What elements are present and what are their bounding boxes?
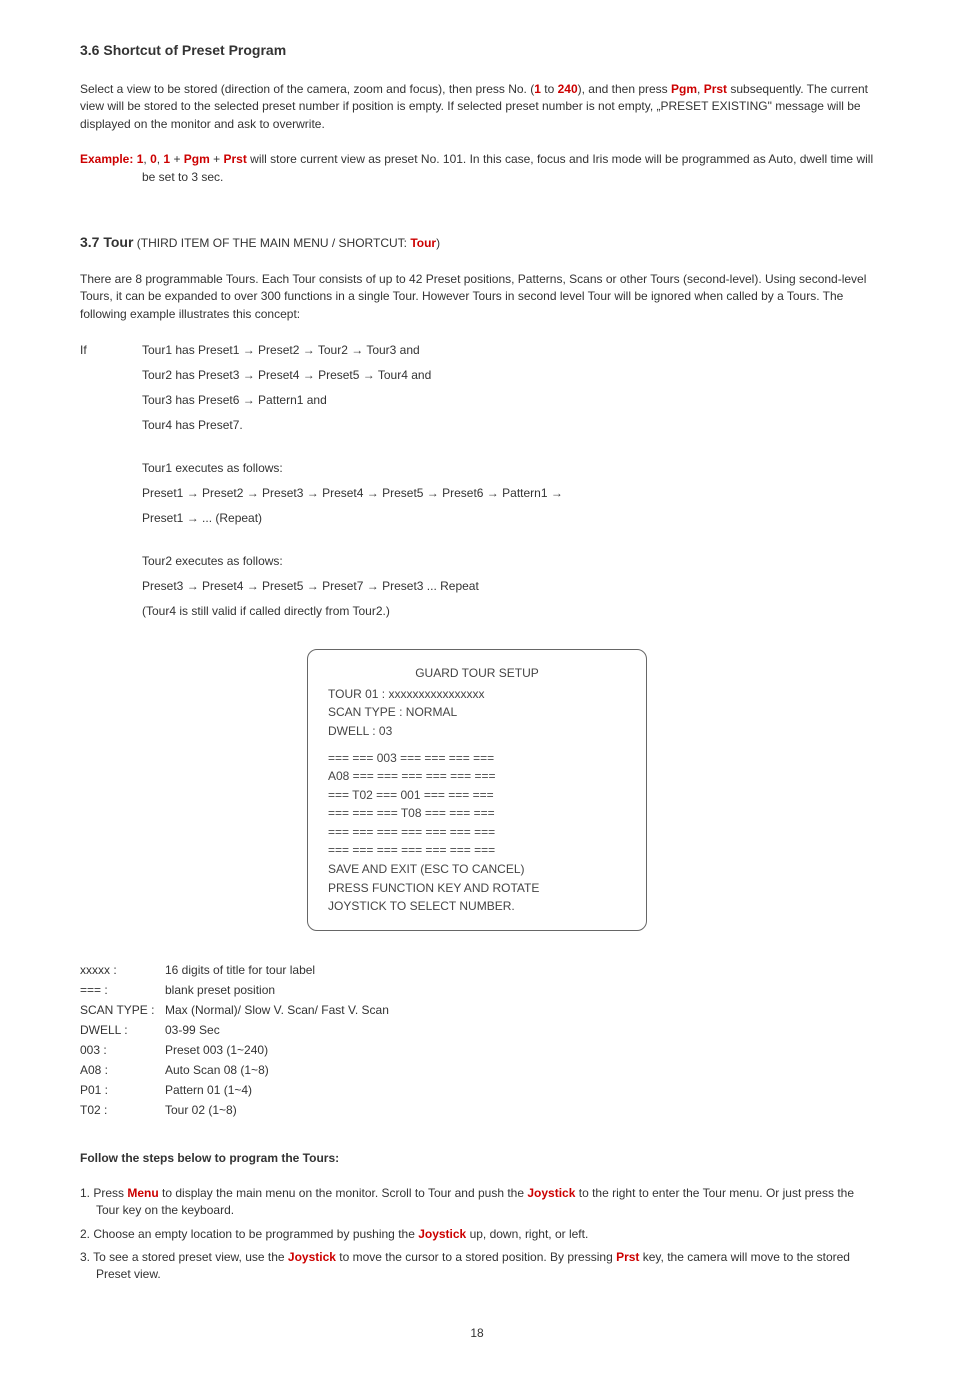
ex-pgm: Pgm (184, 152, 210, 166)
exec-line: Preset1 → ... (Repeat) (142, 509, 874, 527)
def-value: 03-99 Sec (165, 1021, 874, 1039)
text: (THIRD ITEM OF THE MAIN MENU / SHORTCUT: (133, 236, 410, 250)
def-label: A08 : (80, 1061, 165, 1079)
text: will store current view as preset No. 10… (142, 152, 873, 183)
def-row: SCAN TYPE : Max (Normal)/ Slow V. Scan/ … (80, 1001, 874, 1019)
box-line: PRESS FUNCTION KEY AND ROTATE (328, 879, 626, 898)
text: 2. Choose an empty location to be progra… (80, 1227, 418, 1241)
section-3-6-para: Select a view to be stored (direction of… (80, 81, 874, 133)
box-line: TOUR 01 : xxxxxxxxxxxxxxxx (328, 685, 626, 704)
heading-main: 3.7 Tour (80, 234, 133, 250)
lbl-prst: Prst (704, 82, 727, 96)
if-line: Tour2 has Preset3 → Preset4 → Preset5 → … (142, 366, 874, 384)
def-value: Max (Normal)/ Slow V. Scan/ Fast V. Scan (165, 1001, 874, 1019)
text: + (210, 152, 224, 166)
heading-sub-tour: Tour (410, 236, 436, 250)
def-label: T02 : (80, 1101, 165, 1119)
def-row: T02 : Tour 02 (1~8) (80, 1101, 874, 1119)
section-3-6-heading: 3.6 Shortcut of Preset Program (80, 40, 874, 61)
lbl-joystick: Joystick (418, 1227, 466, 1241)
box-line: === === === T08 === === === (328, 804, 626, 823)
exec-line: Tour2 executes as follows: (142, 552, 874, 570)
num-1: 1 (534, 82, 541, 96)
if-line: Tour3 has Preset6 → Pattern1 and (142, 391, 874, 409)
exec2-block: Tour2 executes as follows: Preset3 → Pre… (80, 552, 874, 627)
text: Select a view to be stored (direction of… (80, 82, 534, 96)
if-block: If Tour1 has Preset1 → Preset2 → Tour2 →… (80, 341, 874, 441)
text: ) (436, 236, 440, 250)
def-row: P01 : Pattern 01 (1~4) (80, 1081, 874, 1099)
text: to display the main menu on the monitor.… (159, 1186, 528, 1200)
example-block: Example: 1, 0, 1 + Pgm + Prst will store… (80, 151, 874, 186)
box-line: === === 003 === === === === (328, 749, 626, 768)
text: , (697, 82, 704, 96)
box-line: SCAN TYPE : NORMAL (328, 703, 626, 722)
page-number: 18 (80, 1324, 874, 1342)
box-line: === === === === === === === (328, 841, 626, 860)
def-row: 003 : Preset 003 (1~240) (80, 1041, 874, 1059)
section-3-7-heading: 3.7 Tour (THIRD ITEM OF THE MAIN MENU / … (80, 232, 874, 253)
text: ), and then press (578, 82, 671, 96)
definitions-list: xxxxx : 16 digits of title for tour labe… (80, 961, 874, 1119)
step-1: 1. Press Menu to display the main menu o… (80, 1185, 874, 1220)
num-240: 240 (558, 82, 578, 96)
lbl-pgm: Pgm (671, 82, 697, 96)
def-value: Tour 02 (1~8) (165, 1101, 874, 1119)
exec-line: Tour1 executes as follows: (142, 459, 874, 477)
def-value: Auto Scan 08 (1~8) (165, 1061, 874, 1079)
box-line: SAVE AND EXIT (ESC TO CANCEL) (328, 860, 626, 879)
def-label: 003 : (80, 1041, 165, 1059)
def-row: xxxxx : 16 digits of title for tour labe… (80, 961, 874, 979)
def-value: blank preset position (165, 981, 874, 999)
ex-0: 0 (150, 152, 157, 166)
if-line: Tour4 has Preset7. (142, 416, 874, 434)
def-label: xxxxx : (80, 961, 165, 979)
def-row: DWELL : 03-99 Sec (80, 1021, 874, 1039)
ex-prst: Prst (224, 152, 247, 166)
exec-line: Preset1 → Preset2 → Preset3 → Preset4 → … (142, 484, 874, 502)
lbl-joystick: Joystick (527, 1186, 575, 1200)
exec1-block: Tour1 executes as follows: Preset1 → Pre… (80, 459, 874, 534)
text: up, down, right, or left. (466, 1227, 588, 1241)
exec-line: Preset3 → Preset4 → Preset5 → Preset7 → … (142, 577, 874, 595)
def-label: DWELL : (80, 1021, 165, 1039)
text: to move the cursor to a stored position.… (336, 1250, 616, 1264)
text: 1. Press (80, 1186, 127, 1200)
text: + (170, 152, 184, 166)
box-line: === === === === === === === (328, 823, 626, 842)
text: 3. To see a stored preset view, use the (80, 1250, 288, 1264)
if-label: If (80, 341, 142, 441)
text: to (541, 82, 558, 96)
def-value: Preset 003 (1~240) (165, 1041, 874, 1059)
box-line: DWELL : 03 (328, 722, 626, 741)
box-line: A08 === === === === === === (328, 767, 626, 786)
def-label: SCAN TYPE : (80, 1001, 165, 1019)
section-3-7-para: There are 8 programmable Tours. Each Tou… (80, 271, 874, 323)
exec-line: (Tour4 is still valid if called directly… (142, 602, 874, 620)
follow-heading: Follow the steps below to program the To… (80, 1149, 874, 1167)
if-line: Tour1 has Preset1 → Preset2 → Tour2 → To… (142, 341, 874, 359)
steps-list: 1. Press Menu to display the main menu o… (80, 1185, 874, 1284)
box-line: JOYSTICK TO SELECT NUMBER. (328, 897, 626, 916)
step-2: 2. Choose an empty location to be progra… (80, 1226, 874, 1243)
lbl-prst: Prst (616, 1250, 639, 1264)
def-label: === : (80, 981, 165, 999)
box-title: GUARD TOUR SETUP (328, 664, 626, 683)
def-value: Pattern 01 (1~4) (165, 1081, 874, 1099)
heading-sub: (THIRD ITEM OF THE MAIN MENU / SHORTCUT:… (133, 236, 440, 250)
def-value: 16 digits of title for tour label (165, 961, 874, 979)
lbl-menu: Menu (127, 1186, 158, 1200)
def-label: P01 : (80, 1081, 165, 1099)
lbl-joystick: Joystick (288, 1250, 336, 1264)
example-label: Example: (80, 152, 137, 166)
box-line: === T02 === 001 === === === (328, 786, 626, 805)
def-row: === : blank preset position (80, 981, 874, 999)
def-row: A08 : Auto Scan 08 (1~8) (80, 1061, 874, 1079)
guard-tour-setup-box: GUARD TOUR SETUP TOUR 01 : xxxxxxxxxxxxx… (307, 649, 647, 931)
step-3: 3. To see a stored preset view, use the … (80, 1249, 874, 1284)
